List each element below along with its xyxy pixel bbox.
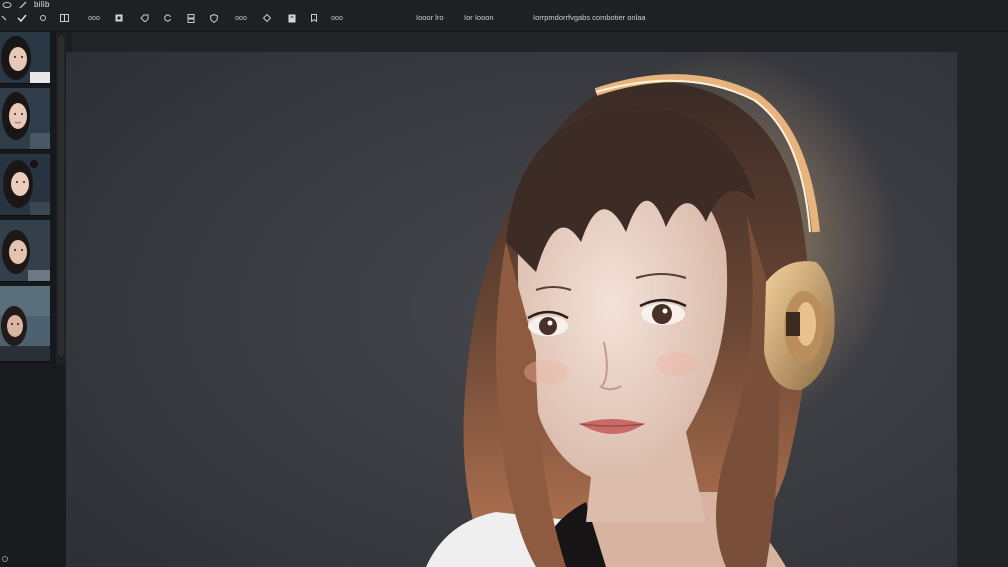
grid-icon[interactable] xyxy=(58,12,70,24)
thumbnail-5-image xyxy=(0,286,50,361)
thumbnail-1[interactable] xyxy=(0,32,50,84)
tool-c-label: ooo xyxy=(331,14,343,22)
thumbnail-3[interactable] xyxy=(0,154,50,216)
thumbnail-3-image xyxy=(0,154,50,215)
shield-icon[interactable] xyxy=(209,12,219,24)
thumbnail-strip xyxy=(0,32,56,364)
filmstrip-scrollbar-thumb[interactable] xyxy=(58,36,64,356)
thumbnail-1-image xyxy=(0,32,50,83)
portrait-image xyxy=(66,52,957,567)
tag-icon[interactable] xyxy=(139,12,149,24)
eye-icon[interactable] xyxy=(2,0,12,10)
text-button-2[interactable]: Ior Iooon xyxy=(464,13,494,22)
layers-icon[interactable] xyxy=(186,12,196,24)
app-title: bilib xyxy=(34,0,50,9)
thumbnail-2-image xyxy=(0,88,50,149)
tool-a-button[interactable]: ooo xyxy=(86,12,102,24)
tool-a-label: ooo xyxy=(88,14,100,22)
check-icon[interactable] xyxy=(16,12,28,24)
chevron-icon[interactable] xyxy=(0,12,8,24)
text-button-1[interactable]: Iooor lro xyxy=(416,13,444,22)
pencil-icon[interactable] xyxy=(18,0,28,10)
tool-b-label: ooo xyxy=(235,14,247,22)
main-image[interactable] xyxy=(66,52,957,567)
top-toolbar: bilib ooo ooo ooo Iooor lro Ior Iooon Io… xyxy=(0,0,1008,32)
sidebar-empty-panel xyxy=(0,364,72,567)
bookmark-icon[interactable] xyxy=(309,12,319,24)
frame-icon[interactable] xyxy=(114,12,124,24)
diamond-icon[interactable] xyxy=(262,12,272,24)
link-icon[interactable] xyxy=(38,12,48,24)
thumbnail-2[interactable] xyxy=(0,88,50,150)
doc-icon[interactable] xyxy=(287,12,297,24)
tool-b-button[interactable]: ooo xyxy=(231,12,251,24)
thumbnail-4-image xyxy=(0,220,50,281)
thumbnail-5[interactable] xyxy=(0,286,50,362)
status-circle-icon[interactable] xyxy=(2,556,8,562)
toolbar-caption: Iorrpmdorrfvgabs combotier onlaa xyxy=(533,13,646,22)
thumbnail-4[interactable] xyxy=(0,220,50,282)
rotate-icon[interactable] xyxy=(163,12,173,24)
tool-c-button[interactable]: ooo xyxy=(329,12,345,24)
